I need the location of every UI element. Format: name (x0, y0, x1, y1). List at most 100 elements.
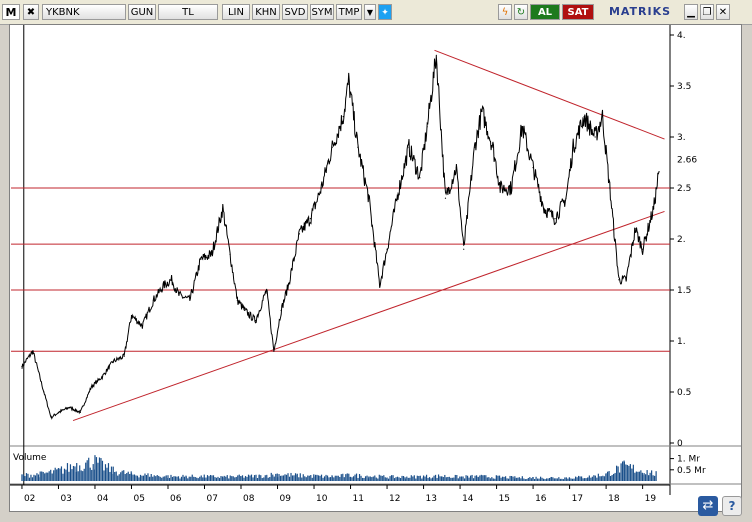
price-point (435, 54, 437, 56)
symbol-field[interactable]: YKBNK (42, 4, 126, 20)
y-tick-label: 1.5 (677, 286, 691, 296)
price-point (609, 187, 611, 189)
price-point (474, 146, 476, 148)
price-point (178, 294, 180, 296)
price-point (200, 258, 202, 260)
price-point (171, 279, 173, 281)
close-icon[interactable]: ✖ (23, 4, 39, 20)
linear-scale-button[interactable]: LIN (222, 4, 250, 20)
y-tick-label: 0 (677, 439, 683, 449)
x-tick-label: 13 (426, 494, 437, 504)
currency-button[interactable]: TL (158, 4, 218, 20)
minimize-icon[interactable]: ▁ (684, 4, 698, 20)
price-point (57, 411, 60, 413)
help-icon[interactable]: ? (722, 496, 742, 516)
price-point (419, 177, 421, 179)
y-tick-label: 0.5 (677, 388, 691, 398)
y-tick-label: 2. (677, 235, 686, 245)
price-point (298, 233, 301, 235)
price-point (652, 207, 655, 209)
twitter-bird-icon[interactable]: ✦ (378, 4, 392, 20)
price-point (21, 365, 23, 368)
price-point (532, 167, 534, 169)
volume-tick-label: 0.5 Mr (677, 466, 706, 476)
x-tick-label: 04 (97, 494, 109, 504)
close-window-icon[interactable]: ✕ (716, 4, 730, 20)
price-point (273, 350, 275, 352)
price-point (426, 126, 428, 128)
price-point (601, 116, 604, 118)
x-tick-label: 11 (353, 494, 364, 504)
price-point (90, 386, 92, 388)
last-value-label: 2.66 (677, 156, 697, 166)
scroll-sync-icon[interactable]: ⇄ (698, 496, 718, 516)
sym-button[interactable]: SYM (310, 4, 334, 20)
y-tick-label: 4. (677, 31, 686, 41)
x-tick-label: 15 (499, 494, 510, 504)
buy-button[interactable]: AL (530, 4, 560, 20)
dropdown-arrow-icon[interactable]: ▼ (364, 4, 376, 20)
price-point (236, 299, 238, 301)
lightning-icon[interactable]: ϟ (498, 4, 512, 20)
price-point (222, 207, 224, 209)
price-line (21, 55, 660, 420)
sell-button[interactable]: SAT (562, 4, 594, 20)
svd-button[interactable]: SVD (282, 4, 308, 20)
price-point (211, 253, 213, 255)
price-point (510, 187, 512, 189)
price-point (255, 320, 257, 322)
price-point (492, 146, 494, 148)
x-tick-label: 16 (535, 494, 547, 504)
y-tick-label: 3.5 (677, 82, 691, 92)
price-point (499, 187, 501, 189)
price-point (79, 411, 81, 413)
price-point (43, 391, 45, 393)
tmp-button[interactable]: TMP (336, 4, 362, 20)
y-tick-label: 2.5 (677, 184, 691, 194)
price-point (554, 218, 556, 220)
price-point (229, 253, 231, 255)
price-point (309, 218, 311, 220)
price-point (408, 146, 410, 148)
price-point (68, 406, 71, 408)
trendline-1 (434, 49, 665, 140)
price-point (342, 116, 344, 118)
price-point (379, 284, 381, 286)
price-chart-svg[interactable]: 0 0.5 1. 1.5 2. 2.5 3. 3.5 4. 2.66 Volume 1. Mr0.5… (10, 25, 741, 511)
price-point (152, 299, 154, 301)
period-button[interactable]: GUN (128, 4, 156, 20)
matriks-logo-button[interactable]: M (2, 4, 20, 20)
price-point (244, 309, 246, 311)
price-point (348, 80, 350, 82)
x-tick-label: 07 (207, 494, 218, 504)
price-point (658, 171, 660, 173)
x-tick-label: 18 (608, 494, 620, 504)
price-point (101, 376, 103, 378)
price-point (594, 136, 596, 138)
price-point (368, 197, 370, 199)
restore-icon[interactable]: ❐ (700, 4, 714, 20)
price-point (618, 279, 620, 281)
price-point (565, 197, 567, 199)
refresh-icon[interactable]: ↻ (514, 4, 528, 20)
chart-area[interactable]: 0 0.5 1. 1.5 2. 2.5 3. 3.5 4. 2.66 Volume 1. Mr 0.5… (9, 24, 742, 512)
price-point (357, 146, 359, 148)
price-point (444, 197, 447, 199)
price-point (189, 299, 191, 301)
price-point (386, 248, 388, 250)
x-tick-label: 08 (243, 494, 255, 504)
x-tick-label: 03 (60, 494, 71, 504)
price-point (123, 355, 125, 357)
x-tick-label: 19 (645, 494, 657, 504)
price-point (287, 284, 290, 286)
price-point (397, 192, 399, 194)
x-tick-label: 17 (572, 494, 583, 504)
price-point (463, 248, 465, 250)
x-tick-label: 05 (133, 494, 144, 504)
khn-button[interactable]: KHN (252, 4, 280, 20)
price-point (543, 207, 545, 209)
y-tick-label: 1. (677, 337, 686, 347)
x-tick-label: 14 (462, 494, 474, 504)
price-point (331, 146, 333, 148)
chart-window: M ✖ YKBNK GUN TL LIN KHN SVD SYM TMP ▼ ✦… (0, 0, 752, 522)
